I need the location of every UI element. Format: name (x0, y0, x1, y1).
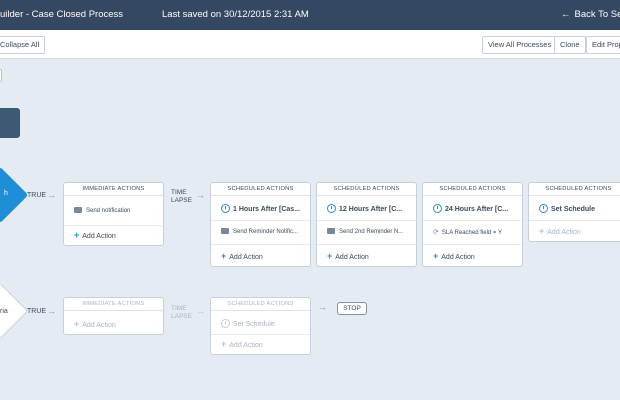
immediate-actions-card-1: IMMEDIATE ACTIONS Send notification + Add… (63, 182, 164, 246)
plus-icon: + (539, 226, 545, 236)
mail-icon (327, 228, 335, 234)
scheduled-action[interactable]: ⟳ SLA Reached field = Y (433, 228, 502, 236)
process-title: uilder - Case Closed Process (0, 9, 124, 20)
back-to-setup-label: Back To Setu (574, 9, 620, 20)
stop-node[interactable]: STOP (337, 302, 367, 315)
clock-icon (433, 204, 442, 213)
criteria-node-1-label: h (4, 190, 8, 197)
set-schedule-link-disabled: Set Schedule (221, 319, 275, 328)
plus-icon: + (327, 251, 333, 261)
clock-icon (221, 319, 230, 328)
time-lapse-label-2: TIME LAPSE (171, 305, 192, 320)
set-schedule-link[interactable]: Set Schedule (539, 204, 595, 213)
add-action-button-disabled: + Add Action (74, 319, 116, 329)
plus-icon: + (74, 230, 80, 240)
plus-icon: + (221, 339, 227, 349)
clock-icon (221, 204, 230, 213)
plus-icon: + (433, 251, 439, 261)
true-label-1: TRUE (27, 192, 47, 199)
plus-icon: + (221, 251, 227, 261)
mail-icon (74, 207, 82, 213)
criteria-node-2-label: ria (0, 308, 8, 315)
last-saved-text: Last saved on 30/12/2015 2:31 AM (162, 9, 309, 20)
plus-icon: + (74, 319, 80, 329)
add-action-button-disabled: + Add Action (539, 226, 581, 236)
add-action-button[interactable]: + Add Action (74, 230, 116, 240)
top-bar: uilder - Case Closed Process Last saved … (0, 0, 620, 30)
add-action-button-disabled: + Add Action (221, 339, 263, 349)
connector-arrow-3: → (47, 306, 56, 316)
card-header: SCHEDULED ACTIONS (211, 298, 310, 311)
connector-arrow-2: → (196, 190, 205, 200)
scheduled-actions-card-3: SCHEDULED ACTIONS 24 Hours After [C... ⟳… (422, 182, 523, 267)
scheduled-actions-card-2: SCHEDULED ACTIONS 12 Hours After [C... S… (316, 182, 417, 267)
clock-icon (327, 204, 336, 213)
view-all-processes-button[interactable]: View All Processes (482, 36, 558, 54)
true-label-2: TRUE (27, 308, 47, 315)
card-header: SCHEDULED ACTIONS (211, 183, 310, 196)
card-header: IMMEDIATE ACTIONS (64, 298, 163, 311)
scheduled-action[interactable]: Send Reminder Notific... (221, 228, 298, 235)
scheduled-actions-card-row2: SCHEDULED ACTIONS Set Schedule + Add Acti… (210, 297, 311, 355)
action-send-notification[interactable]: Send notification (74, 207, 130, 214)
mail-icon (221, 228, 229, 234)
scheduled-actions-card-4: SCHEDULED ACTIONS Set Schedule + Add Acti… (528, 182, 620, 242)
add-action-button[interactable]: + Add Action (327, 251, 369, 261)
object-node[interactable] (0, 69, 2, 82)
clone-button[interactable]: Clone (554, 36, 586, 54)
card-header: SCHEDULED ACTIONS (529, 183, 620, 196)
schedule-link[interactable]: 1 Hours After [Cas... (221, 204, 300, 213)
collapse-all-button[interactable]: Collapse All (0, 36, 46, 54)
clock-icon (539, 204, 548, 213)
back-to-setup-link[interactable]: ←Back To Setu (561, 9, 620, 20)
immediate-actions-card-2: IMMEDIATE ACTIONS + Add Action (63, 297, 164, 335)
connector-arrow-4: → (196, 306, 205, 316)
scheduled-actions-card-1: SCHEDULED ACTIONS 1 Hours After [Cas... … (210, 182, 311, 267)
connector-arrow-5: → (318, 302, 327, 312)
toolbar: Collapse All View All Processes Clone Ed… (0, 30, 620, 59)
sync-icon: ⟳ (433, 229, 439, 236)
add-action-button[interactable]: + Add Action (433, 251, 475, 261)
connector-arrow-1: → (47, 190, 56, 200)
schedule-link[interactable]: 12 Hours After [C... (327, 204, 402, 213)
time-lapse-label-1: TIME LAPSE (171, 189, 192, 204)
card-header: IMMEDIATE ACTIONS (64, 183, 163, 196)
card-header: SCHEDULED ACTIONS (423, 183, 522, 196)
back-arrow-icon: ← (561, 9, 571, 20)
start-node[interactable] (0, 108, 20, 138)
schedule-link[interactable]: 24 Hours After [C... (433, 204, 508, 213)
card-header: SCHEDULED ACTIONS (317, 183, 416, 196)
scheduled-action[interactable]: Send 2nd Reminder N... (327, 228, 403, 235)
edit-properties-button[interactable]: Edit Prop (586, 36, 620, 54)
add-action-button[interactable]: + Add Action (221, 251, 263, 261)
